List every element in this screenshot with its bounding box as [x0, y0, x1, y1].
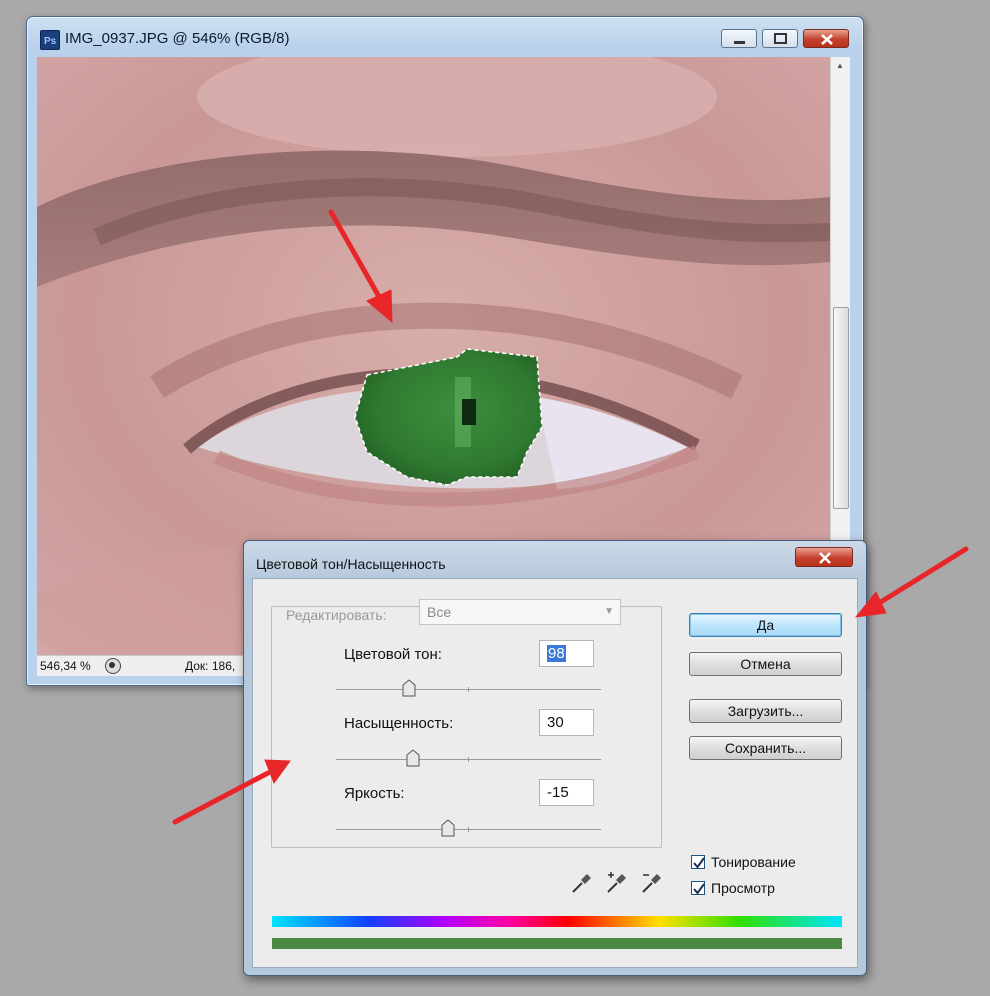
adjustment-group — [271, 606, 662, 848]
close-window-button[interactable] — [803, 29, 849, 48]
dialog-title: Цветовой тон/Насыщенность — [256, 556, 446, 572]
close-icon — [821, 34, 833, 45]
photoshop-app-icon: Ps — [40, 30, 60, 50]
zoom-level[interactable]: 546,34 % — [40, 659, 91, 673]
document-size-info: Док: 186, — [185, 659, 236, 673]
hue-slider-track[interactable] — [336, 687, 601, 692]
colorize-checkbox[interactable] — [691, 855, 705, 869]
saturation-slider-track[interactable] — [336, 757, 601, 762]
hue-label: Цветовой тон: — [344, 646, 442, 663]
eyedropper-minus-icon[interactable] — [640, 871, 664, 895]
lightness-value: -15 — [547, 784, 569, 801]
saturation-input[interactable]: 30 — [539, 709, 594, 736]
source-hue-spectrum — [272, 916, 842, 927]
dropdown-caret-icon: ▼ — [604, 606, 614, 617]
load-button[interactable]: Загрузить... — [689, 699, 842, 723]
minimize-icon — [734, 41, 745, 44]
dialog-close-button[interactable] — [795, 547, 853, 567]
eyedropper-plus-icon[interactable] — [605, 871, 629, 895]
hue-value: 98 — [547, 645, 566, 662]
cancel-button[interactable]: Отмена — [689, 652, 842, 676]
maximize-icon — [774, 33, 787, 44]
saturation-value: 30 — [547, 714, 564, 731]
result-hue-bar — [272, 938, 842, 949]
document-titlebar[interactable]: Ps IMG_0937.JPG @ 546% (RGB/8) — [27, 17, 863, 55]
lightness-label: Яркость: — [344, 785, 405, 802]
edit-channel-value: Все — [427, 604, 452, 620]
hue-slider-thumb[interactable] — [402, 679, 416, 697]
status-menu-icon[interactable] — [105, 658, 121, 674]
lightness-slider-thumb[interactable] — [441, 819, 455, 837]
dialog-body: Редактировать: Все ▼ Цветовой тон: 98 На… — [252, 578, 858, 968]
minimize-button[interactable] — [721, 29, 757, 48]
checkmark-icon — [693, 883, 705, 895]
close-icon — [819, 552, 831, 564]
svg-text:Ps: Ps — [44, 36, 57, 47]
ok-button[interactable]: Да — [689, 613, 842, 637]
saturation-label: Насыщенность: — [344, 715, 454, 732]
lightness-input[interactable]: -15 — [539, 779, 594, 806]
colorize-label: Тонирование — [711, 854, 796, 870]
checkmark-icon — [693, 857, 705, 869]
hue-input[interactable]: 98 — [539, 640, 594, 667]
saturation-slider-thumb[interactable] — [406, 749, 420, 767]
save-button[interactable]: Сохранить... — [689, 736, 842, 760]
document-title: IMG_0937.JPG @ 546% (RGB/8) — [65, 30, 290, 47]
arrow-to-ok-button — [854, 546, 969, 618]
edit-label: Редактировать: — [283, 607, 390, 623]
maximize-button[interactable] — [762, 29, 798, 48]
scrollbar-thumb[interactable] — [833, 307, 849, 509]
preview-label: Просмотр — [711, 880, 775, 896]
preview-checkbox[interactable] — [691, 881, 705, 895]
lightness-slider-track[interactable] — [336, 827, 601, 832]
scroll-up-icon[interactable]: ▲ — [836, 61, 844, 70]
eyedropper-icon[interactable] — [570, 871, 594, 895]
hue-saturation-dialog: Цветовой тон/Насыщенность Редактировать:… — [243, 540, 867, 976]
edit-channel-select[interactable]: Все ▼ — [419, 599, 621, 625]
